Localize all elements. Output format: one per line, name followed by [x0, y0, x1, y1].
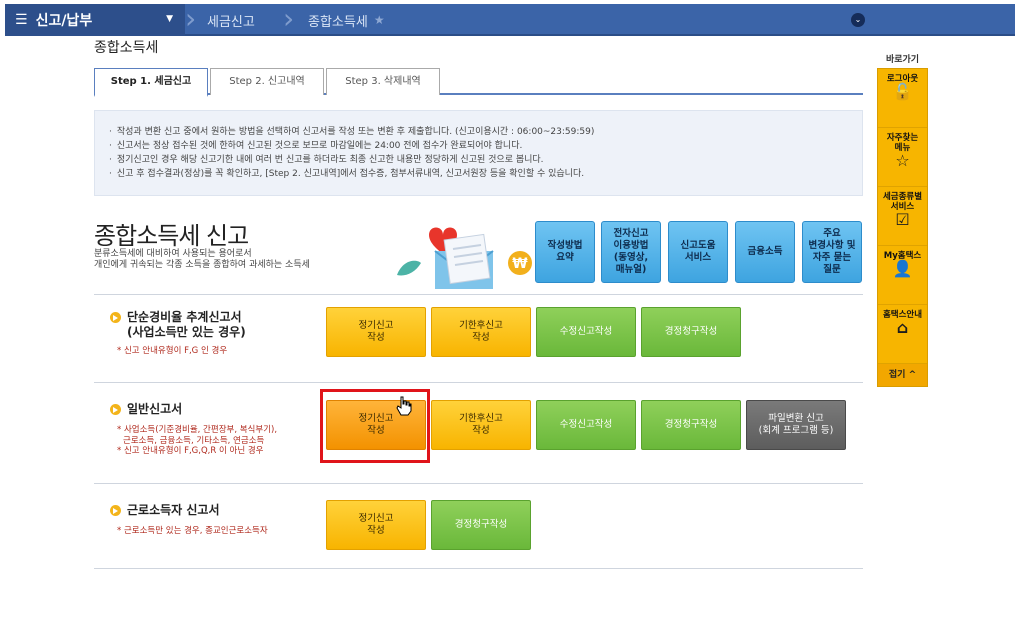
favorite-star-icon[interactable]: ★	[374, 13, 385, 27]
leaf-icon	[397, 260, 421, 276]
simple-amended-filing-button[interactable]: 수정신고작성	[536, 307, 636, 357]
hero-illustration: ₩	[397, 227, 532, 289]
quick-links-panel: 바로가기 로그아웃 🔓 자주찾는 메뉴 ☆ 세금종류별 서비스 ☑ My홈택스 👤 홈택…	[877, 52, 928, 387]
breadcrumb-separator: ›	[283, 2, 295, 35]
notice-box: 작성과 변환 신고 중에서 원하는 방법을 선택하여 신고서를 작성 또는 변환…	[94, 110, 863, 196]
financial-income-button[interactable]: 금융소득	[735, 221, 795, 283]
star-icon: ☆	[895, 151, 910, 170]
file-conversion-filing-button[interactable]: 파일변환 신고 (회계 프로그램 등)	[746, 400, 846, 450]
section-labor-title: 근로소득자 신고서	[110, 503, 220, 518]
quick-hometax-guide[interactable]: 홈택스안내 ⌂	[878, 305, 927, 364]
user-icon: 👤	[892, 259, 913, 278]
section-divider	[94, 294, 863, 295]
general-correction-claim-button[interactable]: 경정청구작성	[641, 400, 741, 450]
menu-label: 신고/납부	[35, 13, 93, 29]
quick-links-header: 바로가기	[885, 55, 920, 65]
unlock-icon: 🔓	[892, 82, 913, 101]
bullet-icon	[110, 312, 121, 323]
hero-title: 종합소득세 신고	[94, 222, 249, 250]
breadcrumb-tax-report[interactable]: 세금신고	[207, 4, 255, 36]
hero-description: 분류소득세에 대비하여 사용되는 용어로서 개인에게 귀속되는 각종 소득을 종…	[94, 249, 310, 270]
quick-tax-services[interactable]: 세금종류별 서비스 ☑	[878, 187, 927, 246]
section-divider	[94, 382, 863, 383]
e-filing-manual-button[interactable]: 전자신고 이용방법 (동영상, 매뉴얼)	[601, 221, 661, 283]
simple-regular-filing-button[interactable]: 정기신고 작성	[326, 307, 426, 357]
expand-dropdown-icon[interactable]: ⌄	[851, 13, 865, 27]
notice-item: 신고서는 정상 접수된 것에 한하여 신고된 것으로 보므로 마감일에는 24:…	[109, 139, 862, 153]
section-general-title: 일반신고서	[110, 402, 182, 417]
section-divider	[94, 483, 863, 484]
hamburger-icon: ☰	[15, 12, 28, 28]
svg-text:₩: ₩	[512, 256, 528, 272]
simple-correction-claim-button[interactable]: 경정청구작성	[641, 307, 741, 357]
section-simple-title: 단순경비율 추계신고서 (사업소득만 있는 경우)	[110, 310, 246, 340]
home-icon: ⌂	[896, 318, 909, 337]
section-simple-note: * 신고 안내유형이 F,G 인 경우	[117, 346, 228, 356]
section-labor-note: * 근로소득만 있는 경우, 종교인근로소득자	[117, 526, 268, 536]
section-general-note: * 사업소득(기준경비율, 간편장부, 복식부기), 근로소득, 금융소득, 기…	[117, 425, 278, 456]
filing-help-service-button[interactable]: 신고도움 서비스	[668, 221, 728, 283]
collapse-panel-button[interactable]: 접기 ^	[878, 364, 927, 386]
section-divider	[94, 568, 863, 569]
notice-item: 정기신고인 경우 해당 신고기한 내에 여러 번 신고를 하더라도 최종 신고한…	[109, 153, 862, 167]
document-icon	[443, 233, 491, 285]
breadcrumb-separator: ›	[185, 2, 197, 35]
step-tabs: Step 1. 세금신고 Step 2. 신고내역 Step 3. 삭제내역	[94, 68, 863, 97]
highlight-box	[320, 389, 430, 463]
hand-cursor-icon	[396, 396, 412, 416]
breadcrumb-income-tax[interactable]: 종합소득세 ★	[308, 4, 385, 36]
tab-step2[interactable]: Step 2. 신고내역	[210, 68, 324, 95]
quick-my-hometax[interactable]: My홈택스 👤	[878, 246, 927, 305]
tab-step3[interactable]: Step 3. 삭제내역	[326, 68, 440, 95]
main-menu-button[interactable]: ☰ 신고/납부 ▼	[5, 4, 185, 36]
general-amended-filing-button[interactable]: 수정신고작성	[536, 400, 636, 450]
quick-favorites[interactable]: 자주찾는 메뉴 ☆	[878, 128, 927, 187]
notice-item: 신고 후 접수결과(정상)를 꼭 확인하고, [Step 2. 신고내역]에서 …	[109, 167, 862, 181]
labor-correction-claim-button[interactable]: 경정청구작성	[431, 500, 531, 550]
top-navigation-bar: ☰ 신고/납부 ▼ › 세금신고 › 종합소득세 ★ ⌄	[5, 4, 1015, 36]
caret-down-icon: ▼	[166, 14, 173, 24]
general-late-filing-button[interactable]: 기한후신고 작성	[431, 400, 531, 450]
tab-step1[interactable]: Step 1. 세금신고	[94, 68, 208, 97]
simple-late-filing-button[interactable]: 기한후신고 작성	[431, 307, 531, 357]
labor-regular-filing-button[interactable]: 정기신고 작성	[326, 500, 426, 550]
checkbox-icon: ☑	[895, 210, 910, 229]
notice-item: 작성과 변환 신고 중에서 원하는 방법을 선택하여 신고서를 작성 또는 변환…	[109, 125, 862, 139]
bullet-icon	[110, 404, 121, 415]
faq-changes-button[interactable]: 주요 변경사항 및 자주 묻는 질문	[802, 221, 862, 283]
bullet-icon	[110, 505, 121, 516]
quick-guide-button[interactable]: 작성방법 요약	[535, 221, 595, 283]
quick-logout[interactable]: 로그아웃 🔓	[878, 69, 927, 128]
page-title: 종합소득세	[94, 40, 159, 56]
